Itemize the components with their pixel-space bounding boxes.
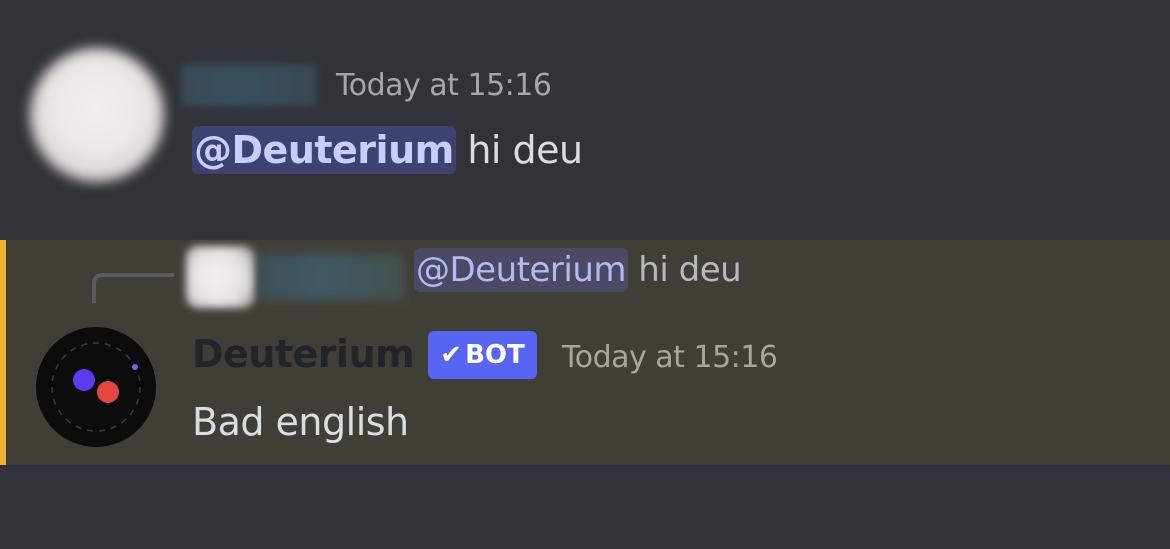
message-content: Bad english [192,400,409,444]
reply-spine [92,273,174,303]
user-mention[interactable]: @Deuterium [192,126,456,174]
message-first: Today at 15:16 @Deuterium hi deu [0,0,1170,240]
reply-mention: @Deuterium [414,248,628,292]
avatar[interactable] [30,48,164,182]
message-timestamp: Today at 15:16 [562,340,778,375]
check-icon: ✔ [440,340,463,370]
bot-username[interactable]: Deuterium [192,332,415,376]
reply-text: hi deu [628,250,742,290]
message-timestamp: Today at 15:16 [336,68,552,103]
bot-tag: ✔ BOT [428,331,537,379]
bot-logo-icon [51,342,141,432]
username-redacted[interactable] [181,64,317,106]
message-bot-reply: @Deuterium hi deu Deuterium ✔ BOT Today … [0,240,1170,465]
mention-highlight-bar [0,240,6,465]
message-text: hi deu [455,128,583,172]
reply-username-redacted[interactable] [258,254,404,300]
reply-avatar[interactable] [186,246,256,308]
bot-tag-label: BOT [465,340,525,370]
chat-background [0,465,1170,549]
bot-avatar[interactable] [36,327,156,447]
reply-preview[interactable]: @Deuterium hi deu [414,248,742,292]
message-content: @Deuterium hi deu [192,126,583,174]
